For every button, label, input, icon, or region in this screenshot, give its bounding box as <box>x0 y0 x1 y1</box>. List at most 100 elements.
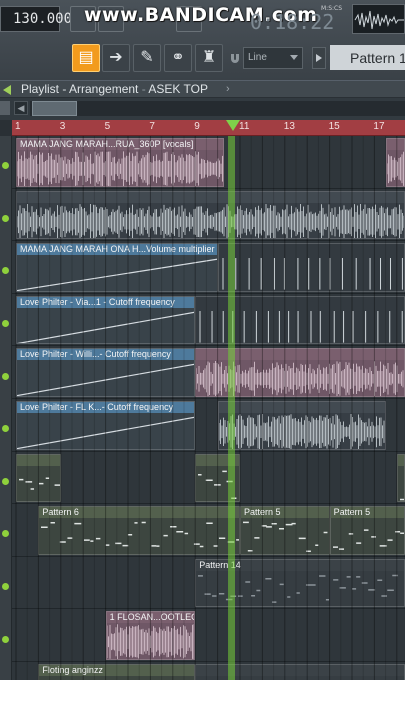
window-menu-arrow-icon[interactable] <box>3 85 11 95</box>
bottom-blank-area <box>0 680 405 720</box>
stamp-icon: ♜ <box>201 49 217 66</box>
track-mute-led-icon[interactable] <box>2 372 9 380</box>
oscilloscope-wave-icon <box>354 10 404 30</box>
playlist-clip[interactable] <box>16 190 405 240</box>
playlist-clip[interactable] <box>195 295 405 345</box>
playlist-clip[interactable] <box>16 453 61 503</box>
playlist-mode-button[interactable]: ▤ <box>72 44 100 72</box>
draw-tool-button[interactable]: ➔ <box>102 44 130 72</box>
ruler-bar-number: 15 <box>328 121 340 132</box>
track-header[interactable] <box>0 609 12 662</box>
track-header[interactable] <box>0 346 12 399</box>
track-lane[interactable]: MAMA JANG MARAH...RUA_360P [vocals] <box>12 136 405 189</box>
ruler-bar-number: 5 <box>104 121 111 132</box>
track-header[interactable] <box>0 188 12 242</box>
playlist-clip[interactable] <box>217 401 386 450</box>
pattern-selector[interactable]: Pattern 13 <box>330 45 405 70</box>
clip-title <box>386 139 404 150</box>
playlist-title-bar[interactable]: Playlist - Arrangement - ASEK TOP › <box>0 80 405 98</box>
tempo-display[interactable]: 130.000 <box>0 6 72 32</box>
track-lane[interactable]: Love Philter - Willi...- Cutoff frequenc… <box>12 346 405 399</box>
clip-title <box>218 244 404 256</box>
timeline-ruler[interactable]: 1 3 5 7 9 11 13 15 17 <box>12 120 405 136</box>
track-lane[interactable]: Pattern 14 <box>12 557 405 610</box>
snap-value: Line <box>248 52 267 63</box>
playlist-clip[interactable] <box>217 243 405 292</box>
track-mute-led-icon[interactable] <box>2 162 9 170</box>
track-mute-led-icon[interactable] <box>2 320 9 328</box>
track-header[interactable] <box>0 399 12 452</box>
overview-track[interactable] <box>30 101 405 116</box>
ruler-bar-number: 9 <box>194 121 200 132</box>
playhead-marker-icon[interactable] <box>226 120 240 131</box>
track-mute-led-icon[interactable] <box>2 530 9 538</box>
track-lane[interactable] <box>12 452 405 505</box>
clip-title: Pattern 6 <box>39 507 239 519</box>
playlist-clip[interactable]: 1 FLOSAN...OOTLEG <box>105 611 196 660</box>
playlist-clip[interactable]: Love Philter - Via...1 - Cutoff frequenc… <box>16 295 196 345</box>
track-lane[interactable]: 1 FLOSAN...OOTLEG <box>12 609 405 662</box>
clip-waveform <box>386 151 404 186</box>
pattern-play-arrow-icon[interactable] <box>312 47 326 69</box>
track-lane[interactable]: Love Philter - FL K...- Cutoff frequency <box>12 399 405 452</box>
clip-waveform <box>196 361 404 396</box>
snap-select[interactable]: Line <box>243 47 303 69</box>
playlist-clip[interactable] <box>195 453 240 503</box>
clip-title: Pattern 14 <box>196 559 404 571</box>
ruler-bar-number: 3 <box>59 121 66 132</box>
track-header[interactable] <box>0 293 12 347</box>
song-time-display[interactable]: 0:18:22 <box>250 10 334 34</box>
clip-title <box>196 296 404 308</box>
playlist-clip[interactable]: MAMA JANG MARAH ONA H...Volume multiplie… <box>16 243 218 292</box>
track-mute-led-icon[interactable] <box>2 583 9 591</box>
clip-title <box>17 454 60 466</box>
playlist-clip[interactable]: Pattern 5 <box>240 506 330 555</box>
track-header[interactable] <box>0 556 12 610</box>
clip-waveform <box>222 258 403 290</box>
clip-title <box>218 402 385 413</box>
arrangement-name[interactable]: ASEK TOP <box>148 82 208 96</box>
clip-waveform <box>17 364 195 396</box>
track-header[interactable] <box>0 136 12 189</box>
overview-square <box>0 101 10 115</box>
playlist-clip[interactable]: Pattern 5 <box>329 506 405 555</box>
track-header[interactable] <box>0 451 12 505</box>
playlist-title: Playlist - Arrangement - ASEK TOP <box>21 82 208 96</box>
link-tool-button[interactable]: ⚭ <box>164 44 192 72</box>
track-mute-led-icon[interactable] <box>2 635 9 643</box>
clip-title <box>196 454 239 466</box>
track-lane[interactable]: Love Philter - Via...1 - Cutoff frequenc… <box>12 294 405 347</box>
track-mute-led-icon[interactable] <box>2 477 9 485</box>
playlist-clip[interactable]: Love Philter - FL K...- Cutoff frequency <box>16 401 196 450</box>
clip-title <box>397 454 404 466</box>
playlist-tracks: MAMA JANG MARAH...RUA_360P [vocals] MAMA … <box>0 136 405 715</box>
clip-title: MAMA JANG MARAH ONA H...Volume multiplie… <box>17 244 217 256</box>
stamp-tool-button[interactable]: ♜ <box>195 44 223 72</box>
clip-waveform <box>198 574 399 603</box>
link-icon: ⚭ <box>171 49 185 66</box>
track-mute-led-icon[interactable] <box>2 425 9 433</box>
playlist-clip[interactable]: Pattern 14 <box>195 558 405 608</box>
clip-waveform <box>19 477 60 490</box>
track-mute-led-icon[interactable] <box>2 214 9 222</box>
track-lane[interactable]: MAMA JANG MARAH ONA H...Volume multiplie… <box>12 241 405 294</box>
scroll-left-icon[interactable]: ◀ <box>14 101 28 115</box>
track-header[interactable] <box>0 504 12 557</box>
track-lane[interactable] <box>12 189 405 242</box>
clip-waveform <box>106 624 195 659</box>
playlist-clip[interactable]: MAMA JANG MARAH...RUA_360P [vocals] <box>16 138 225 187</box>
playlist-clip[interactable]: Pattern 6 <box>38 506 240 555</box>
track-header[interactable] <box>0 241 12 294</box>
clip-waveform <box>41 521 239 548</box>
playlist-clip[interactable] <box>396 453 405 503</box>
playlist-clip[interactable] <box>385 138 405 187</box>
playlist-clip[interactable] <box>195 348 405 397</box>
track-lane[interactable]: Pattern 6 Pattern 5 Pattern 5 <box>12 504 405 557</box>
arrangement-chevron-icon[interactable]: › <box>226 83 230 95</box>
clip-title: Pattern 5 <box>241 507 329 519</box>
track-mute-led-icon[interactable] <box>2 267 9 275</box>
playlist-clip[interactable]: Love Philter - Willi...- Cutoff frequenc… <box>16 348 196 397</box>
overview-scroll-thumb[interactable] <box>32 101 77 116</box>
paint-tool-button[interactable]: ✎ <box>133 44 161 72</box>
pattern-icon: ▤ <box>78 49 94 66</box>
